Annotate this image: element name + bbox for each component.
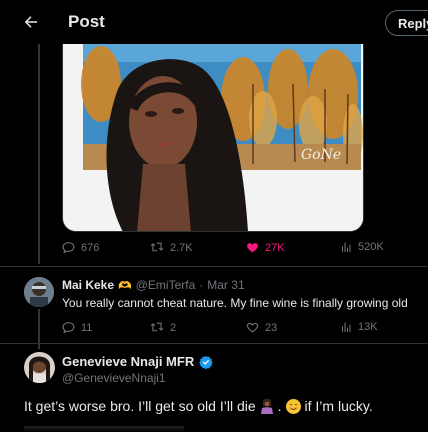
repost-icon [150, 242, 164, 252]
like-count-button[interactable]: 27K [246, 241, 285, 254]
comment-icon [62, 242, 75, 254]
main-author-avatar[interactable] [24, 352, 55, 383]
painting-signature: GoNe [301, 147, 341, 163]
like-count: 23 [265, 321, 278, 334]
reply-author-row: Mai Keke 🫶 @EmiTerfa · Mar 31 [62, 278, 245, 292]
back-button[interactable] [20, 11, 42, 33]
person-shrugging-emoji [259, 398, 275, 414]
post-action-bar: 676 2.7K 27K 520K [62, 241, 402, 261]
repost-count: 2.7K [170, 241, 193, 254]
heart-outline-icon [246, 322, 259, 333]
main-tweet-text-part2: . [277, 398, 282, 414]
reply-date[interactable]: Mar 31 [207, 278, 244, 292]
verified-badge-icon [199, 355, 213, 369]
reply-text: You really cannot cheat nature. My fine … [62, 296, 408, 310]
repost-count-button[interactable]: 2 [150, 321, 176, 334]
like-count-button[interactable]: 23 [246, 321, 277, 334]
main-tweet-text-part3: if I’m lucky. [304, 398, 373, 414]
heart-hands-emoji: 🫶 [118, 279, 132, 292]
divider [0, 343, 428, 344]
reply-author-name[interactable]: Mai Keke [62, 278, 114, 292]
repost-icon [150, 322, 164, 332]
thread-connector [38, 44, 40, 264]
timestamp-row-fragment [24, 426, 184, 432]
like-count: 27K [265, 241, 285, 254]
post-image[interactable]: GoNe [62, 44, 364, 232]
reply-action-bar: 11 2 23 13K [62, 321, 402, 341]
separator-dot: · [199, 278, 204, 292]
views-chart-icon [342, 242, 351, 252]
reply-button[interactable]: Reply [385, 10, 428, 36]
main-author-name-row: Genevieve Nnaji MFR [62, 354, 213, 369]
divider [0, 266, 428, 267]
view-count-button[interactable]: 520K [340, 241, 384, 253]
reply-author-handle[interactable]: @EmiTerfa [136, 278, 196, 292]
reply-count: 11 [81, 321, 93, 334]
view-count-button[interactable]: 13K [340, 321, 378, 333]
repost-count: 2 [170, 321, 177, 334]
main-author-handle[interactable]: @GenevieveNnaji1 [62, 371, 166, 385]
reply-count: 676 [81, 241, 100, 254]
top-bar: Post Reply [0, 0, 428, 44]
repost-count-button[interactable]: 2.7K [150, 241, 193, 254]
view-count: 520K [358, 241, 384, 253]
main-tweet-text-part1: It get’s worse bro. I’ll get so old I’ll… [24, 398, 256, 414]
comment-icon [62, 322, 75, 334]
views-chart-icon [342, 322, 351, 332]
heart-filled-icon [247, 243, 258, 253]
smiling-face-emoji [285, 398, 301, 414]
reply-avatar[interactable] [24, 277, 54, 307]
arrow-left-icon [24, 16, 37, 28]
view-count: 13K [358, 321, 378, 333]
reply-count-button[interactable]: 676 [62, 241, 99, 254]
main-author-name[interactable]: Genevieve Nnaji MFR [62, 354, 194, 369]
main-tweet-text: It get’s worse bro. I’ll get so old I’ll… [24, 398, 373, 414]
reply-count-button[interactable]: 11 [62, 321, 92, 334]
page-title: Post [68, 12, 105, 31]
